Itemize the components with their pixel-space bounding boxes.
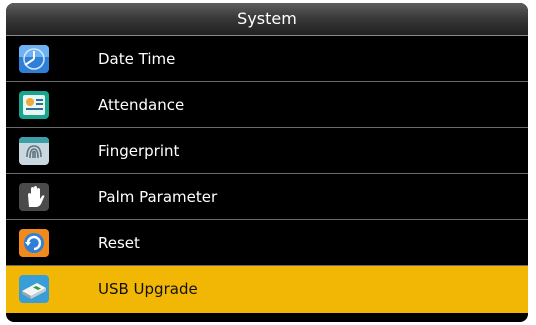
menu-item-label: USB Upgrade: [98, 280, 198, 298]
reset-icon: [19, 229, 49, 257]
menu-item-palm-parameter[interactable]: Palm Parameter: [6, 174, 528, 220]
menu-item-fingerprint[interactable]: Fingerprint: [6, 128, 528, 174]
palm-icon: [19, 183, 49, 211]
menu-item-usb-upgrade[interactable]: USB Upgrade: [6, 266, 528, 313]
menu-item-date-time[interactable]: Date Time: [6, 36, 528, 82]
clock-icon: [19, 45, 49, 73]
system-menu: Date Time Attendance Fingerprint Palm Pa…: [6, 36, 528, 313]
usb-icon: [19, 275, 49, 303]
device-screen: System Date Time Attendance Fingerprint …: [6, 3, 528, 322]
menu-item-attendance[interactable]: Attendance: [6, 82, 528, 128]
menu-item-label: Date Time: [98, 50, 176, 68]
menu-item-label: Reset: [98, 234, 140, 252]
fingerprint-icon: [19, 137, 49, 165]
menu-item-label: Fingerprint: [98, 142, 180, 160]
menu-item-reset[interactable]: Reset: [6, 220, 528, 266]
screen-title: System: [6, 3, 528, 36]
menu-item-label: Attendance: [98, 96, 185, 114]
attendance-icon: [19, 91, 49, 119]
menu-item-label: Palm Parameter: [98, 188, 218, 206]
